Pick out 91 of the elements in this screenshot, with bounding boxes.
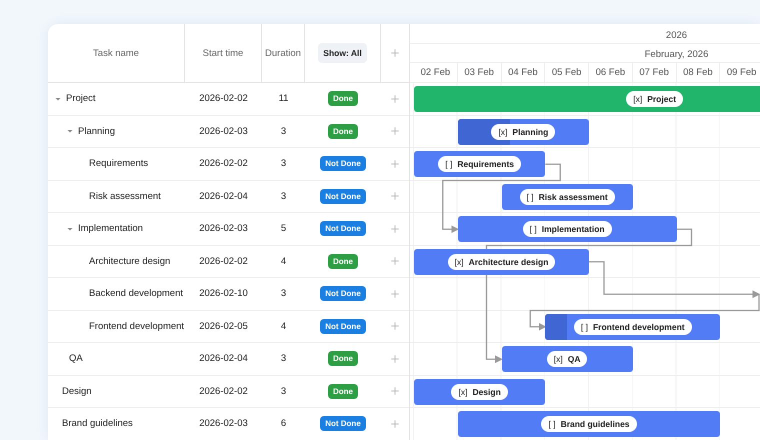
task-name: Brand guidelines bbox=[62, 418, 133, 430]
task-bar[interactable]: [ ] Risk assessment bbox=[502, 184, 633, 210]
task-name: Project bbox=[66, 93, 96, 104]
duration: 3 bbox=[280, 158, 286, 170]
bar-label: [ ] Brand guidelines bbox=[541, 416, 637, 432]
add-icon[interactable] bbox=[389, 222, 401, 235]
bar-label: [ ] Implementation bbox=[522, 221, 612, 237]
status-badge: Not Done bbox=[320, 221, 366, 236]
day-label: 02 Feb bbox=[420, 67, 450, 78]
add-icon[interactable] bbox=[389, 320, 401, 332]
start-time: 2026-02-03 bbox=[199, 418, 248, 430]
status-badge: Done bbox=[328, 91, 358, 106]
add-icon[interactable] bbox=[389, 92, 401, 105]
add-icon[interactable] bbox=[389, 288, 401, 300]
duration: 3 bbox=[280, 126, 286, 137]
task-name: Frontend development bbox=[89, 320, 184, 332]
status-badge: Not Done bbox=[320, 318, 366, 334]
start-time: 2026-02-10 bbox=[199, 288, 248, 300]
project-bar[interactable]: [x] Project bbox=[414, 86, 760, 112]
task-name: Requirements bbox=[89, 158, 148, 170]
filter-button[interactable]: Show: All bbox=[318, 43, 367, 63]
task-name: Implementation bbox=[78, 223, 143, 234]
bar-label: [ ] Requirements bbox=[438, 156, 522, 172]
status-badge: Done bbox=[328, 351, 358, 366]
start-time: 2026-02-05 bbox=[199, 320, 248, 332]
task-bar[interactable]: [ ] Implementation bbox=[458, 216, 676, 242]
bar-label: [x] Architecture design bbox=[448, 254, 556, 270]
day-label: 04 Feb bbox=[508, 67, 538, 78]
start-time: 2026-02-03 bbox=[199, 126, 248, 137]
task-name: QA bbox=[69, 353, 83, 364]
column-header: Task name bbox=[93, 48, 139, 58]
task-bar[interactable]: [x] Planning bbox=[458, 118, 589, 144]
status-badge: Done bbox=[328, 384, 358, 399]
task-name: Planning bbox=[78, 126, 115, 137]
duration: 6 bbox=[280, 418, 286, 430]
bar-label: [x] Project bbox=[626, 91, 684, 107]
duration: 3 bbox=[280, 353, 286, 364]
task-name: Risk assessment bbox=[89, 190, 161, 202]
task-name: Backend development bbox=[89, 288, 184, 300]
task-bar[interactable]: [ ] Brand guidelines bbox=[458, 411, 720, 437]
day-label: 05 Feb bbox=[552, 67, 582, 78]
month-label: February, 2026 bbox=[644, 49, 708, 60]
add-icon[interactable] bbox=[389, 255, 401, 268]
status-badge: Not Done bbox=[320, 156, 366, 172]
bar-label: [x] Design bbox=[451, 384, 508, 400]
year-label: 2026 bbox=[666, 30, 688, 40]
start-time: 2026-02-03 bbox=[199, 223, 248, 234]
start-time: 2026-02-02 bbox=[199, 93, 248, 104]
task-bar[interactable]: [x] Design bbox=[414, 378, 546, 404]
task-bar[interactable]: [ ] Requirements bbox=[414, 151, 546, 177]
status-badge: Done bbox=[328, 124, 358, 139]
bar-label: [x] QA bbox=[546, 351, 588, 367]
status-badge: Not Done bbox=[320, 188, 366, 204]
add-icon[interactable] bbox=[389, 352, 401, 365]
task-bar[interactable]: [x] Architecture design bbox=[414, 248, 589, 274]
start-time: 2026-02-04 bbox=[199, 353, 248, 364]
duration: 3 bbox=[280, 288, 286, 300]
column-header: Duration bbox=[265, 48, 301, 58]
day-label: 08 Feb bbox=[683, 67, 713, 78]
task-bar[interactable]: [ ] Frontend development bbox=[545, 314, 720, 340]
duration: 4 bbox=[280, 256, 286, 267]
task-name: Architecture design bbox=[89, 256, 170, 267]
status-badge: Not Done bbox=[320, 416, 366, 432]
status-badge: Done bbox=[328, 254, 358, 269]
bar-label: [x] Planning bbox=[491, 124, 556, 140]
add-icon[interactable] bbox=[389, 47, 401, 59]
day-label: 06 Feb bbox=[596, 67, 626, 78]
duration: 3 bbox=[280, 386, 286, 397]
start-time: 2026-02-02 bbox=[199, 256, 248, 267]
caret-icon[interactable] bbox=[66, 127, 74, 136]
add-icon[interactable] bbox=[389, 158, 401, 170]
start-time: 2026-02-02 bbox=[199, 158, 248, 170]
day-label: 07 Feb bbox=[639, 67, 669, 78]
add-icon[interactable] bbox=[389, 418, 401, 430]
column-header: Start time bbox=[202, 48, 244, 58]
task-bar[interactable]: [x] QA bbox=[502, 346, 633, 372]
add-icon[interactable] bbox=[389, 125, 401, 138]
add-icon[interactable] bbox=[389, 190, 401, 202]
add-icon[interactable] bbox=[389, 385, 401, 398]
bar-label: [ ] Frontend development bbox=[574, 318, 692, 334]
status-badge: Not Done bbox=[320, 286, 366, 302]
duration: 4 bbox=[280, 320, 286, 332]
duration: 11 bbox=[278, 93, 288, 104]
duration: 5 bbox=[280, 223, 286, 234]
task-name: Design bbox=[62, 386, 92, 397]
day-label: 09 Feb bbox=[726, 67, 756, 78]
bar-label: [ ] Risk assessment bbox=[520, 188, 615, 204]
duration: 3 bbox=[280, 190, 286, 202]
start-time: 2026-02-04 bbox=[199, 190, 248, 202]
day-label: 03 Feb bbox=[464, 67, 494, 78]
start-time: 2026-02-02 bbox=[199, 386, 248, 397]
